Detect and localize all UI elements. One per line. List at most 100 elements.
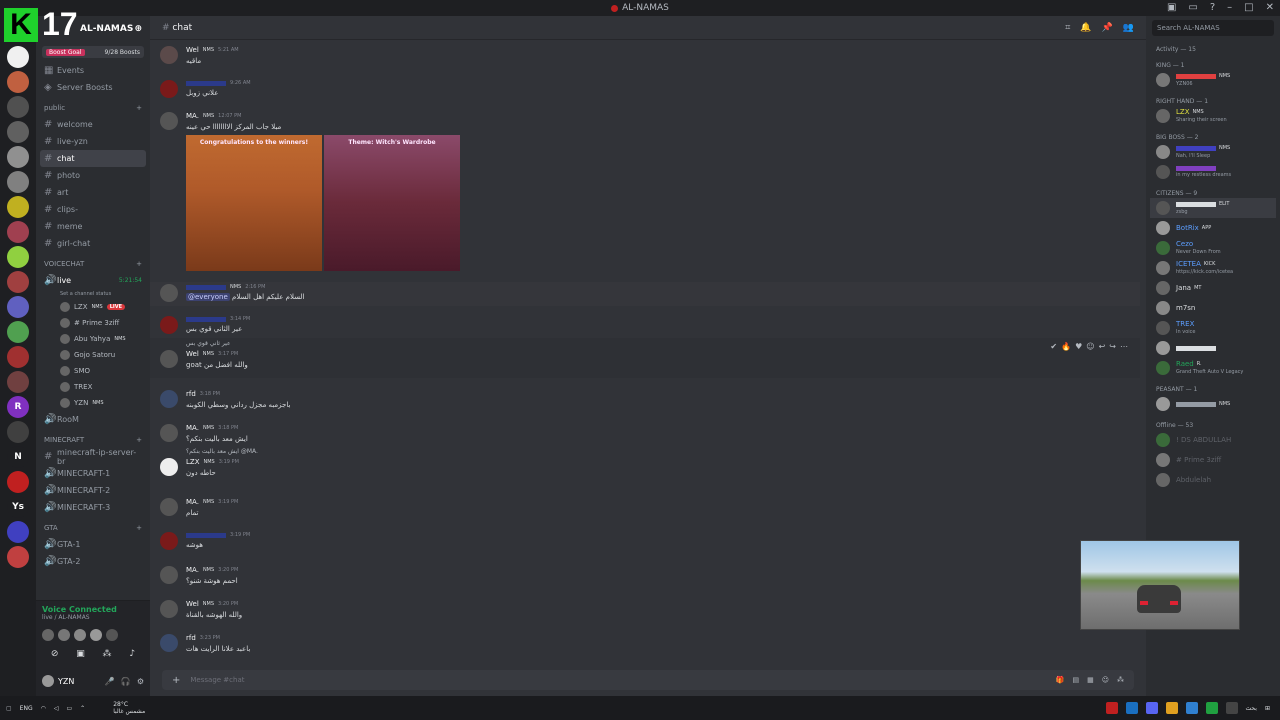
avatar[interactable] (42, 629, 54, 641)
maximize-icon[interactable]: □ (1244, 2, 1253, 13)
server-icon[interactable] (7, 471, 29, 493)
avatar[interactable] (160, 458, 178, 476)
screen-share-icon[interactable]: ▣ (76, 649, 85, 659)
member-item[interactable]: ELIT zsbg (1150, 198, 1276, 218)
user-name[interactable]: YZN (58, 677, 74, 686)
avatar[interactable] (160, 498, 178, 516)
app-icon[interactable] (1125, 702, 1138, 714)
add-attachment-icon[interactable]: + (172, 675, 180, 686)
apps-icon[interactable]: ⁂ (1117, 676, 1124, 684)
weather-temp[interactable]: 28°C (113, 701, 145, 708)
channel-meme[interactable]: # meme (36, 218, 150, 235)
add-channel-icon[interactable]: + (136, 104, 142, 112)
chevron-up-icon[interactable]: ⌃ (80, 705, 85, 712)
voice-user[interactable]: SMO (36, 363, 150, 379)
member-item[interactable]: TREX In voice (1146, 318, 1280, 338)
image-attachment[interactable]: Congratulations to the winners! (186, 135, 322, 271)
server-icon[interactable]: N (7, 446, 29, 468)
gift-icon[interactable]: 🎁 (1056, 676, 1065, 684)
edge-icon[interactable] (1185, 702, 1198, 714)
author-name[interactable] (186, 316, 226, 322)
message-input[interactable]: Message #chat (190, 676, 244, 684)
avatar[interactable] (160, 532, 178, 550)
avatar[interactable] (160, 600, 178, 618)
author-name[interactable] (186, 284, 226, 290)
author-name[interactable] (186, 532, 226, 538)
message-composer[interactable]: + Message #chat 🎁 ▤ ▦ ☺ ⁂ (162, 670, 1134, 690)
channel-minecraft[interactable]: 🔊 MINECRAFT-3 (36, 499, 150, 516)
server-icon[interactable] (7, 296, 29, 318)
search-input[interactable]: Search AL-NAMAS (1152, 20, 1274, 36)
category-gta[interactable]: GTA + (36, 520, 150, 536)
server-icon[interactable] (7, 46, 29, 68)
add-channel-icon[interactable]: + (136, 260, 142, 268)
channel-minecraft[interactable]: 🔊 MINECRAFT-1 (36, 465, 150, 482)
avatar[interactable] (160, 350, 178, 368)
wifi-icon[interactable]: ◠ (41, 705, 46, 712)
channel-minecraft[interactable]: 🔊 MINECRAFT-2 (36, 482, 150, 499)
close-icon[interactable]: ✕ (1266, 2, 1274, 13)
channel-minecraft[interactable]: # minecraft-ip-server-br (36, 448, 150, 466)
battery-icon[interactable]: ▭ (66, 705, 72, 712)
member-item[interactable]: Cezo Never Down From (1146, 238, 1280, 258)
server-icon[interactable] (7, 421, 29, 443)
author-name[interactable]: Wel (186, 46, 199, 54)
author-name[interactable] (186, 80, 226, 86)
author-name[interactable]: MA. (186, 424, 199, 432)
avatar[interactable] (160, 566, 178, 584)
author-name[interactable]: Wel (186, 350, 199, 358)
sticker-icon[interactable]: ▦ (1087, 676, 1094, 684)
emoji-icon[interactable]: ☺ (1102, 676, 1109, 684)
discord-taskbar-icon[interactable] (1145, 702, 1158, 714)
member-item[interactable]: in my restless dreams (1146, 162, 1280, 182)
avatar[interactable] (160, 80, 178, 98)
server-icon[interactable] (7, 96, 29, 118)
channel-gta[interactable]: 🔊 GTA-2 (36, 553, 150, 570)
events-item[interactable]: ▦ Events (36, 62, 150, 79)
member-item[interactable]: LZX NMS Sharing their screen (1146, 106, 1280, 126)
server-icon[interactable] (7, 121, 29, 143)
server-icon[interactable] (7, 171, 29, 193)
avatar[interactable] (160, 316, 178, 334)
monitor-icon[interactable]: ▭ (1188, 2, 1197, 13)
channel-welcome[interactable]: # welcome (36, 116, 150, 133)
voice-user[interactable]: YZN NMS (36, 395, 150, 411)
channel-clips[interactable]: # clips- (36, 201, 150, 218)
voice-channel-room[interactable]: 🔊 RooM (36, 411, 150, 428)
channel-art[interactable]: # art (36, 184, 150, 201)
member-item[interactable]: Jana MT (1146, 278, 1280, 298)
voice-connected-sub[interactable]: live / AL-NAMAS (42, 614, 144, 621)
member-item[interactable]: Raed R. Grand Theft Auto V Legacy (1146, 358, 1280, 378)
server-icon[interactable] (7, 246, 29, 268)
xbox-icon[interactable] (1205, 702, 1218, 714)
author-name[interactable]: rfd (186, 390, 196, 398)
avatar[interactable] (90, 629, 102, 641)
app-icon[interactable] (1105, 702, 1118, 714)
category-minecraft[interactable]: MINECRAFT + (36, 432, 150, 448)
voice-user[interactable]: Gojo Satoru (36, 347, 150, 363)
author-name[interactable]: LZX (186, 458, 200, 466)
avatar[interactable] (160, 284, 178, 302)
help-icon[interactable]: ? (1210, 2, 1215, 13)
channel-girlchat[interactable]: # girl-chat (36, 235, 150, 252)
server-icon[interactable] (7, 546, 29, 568)
lang-indicator[interactable]: ENG (20, 705, 33, 712)
category-public[interactable]: public + (36, 100, 150, 116)
author-name[interactable]: MA. (186, 498, 199, 506)
voice-user[interactable]: Abu Yahya NMS (36, 331, 150, 347)
minimize-icon[interactable]: – (1227, 2, 1232, 13)
author-name[interactable]: Wel (186, 600, 199, 608)
pin-icon[interactable]: 📌 (1102, 23, 1113, 33)
avatar[interactable] (74, 629, 86, 641)
server-icon[interactable] (7, 196, 29, 218)
settings-icon[interactable]: ⚙ (137, 677, 144, 686)
server-icon[interactable]: R (7, 396, 29, 418)
member-item[interactable]: m7sn (1146, 298, 1280, 318)
activity-label[interactable]: Activity — 15 (1146, 44, 1280, 54)
reply-preview[interactable]: عير ثاني قوي بس (186, 340, 231, 347)
headphones-icon[interactable]: 🎧 (121, 677, 131, 686)
member-item[interactable]: NMS Nah, I'll Sleep (1146, 142, 1280, 162)
mention[interactable]: @everyone (186, 293, 230, 301)
author-name[interactable]: MA. (186, 566, 199, 574)
app-icon[interactable] (1225, 702, 1238, 714)
